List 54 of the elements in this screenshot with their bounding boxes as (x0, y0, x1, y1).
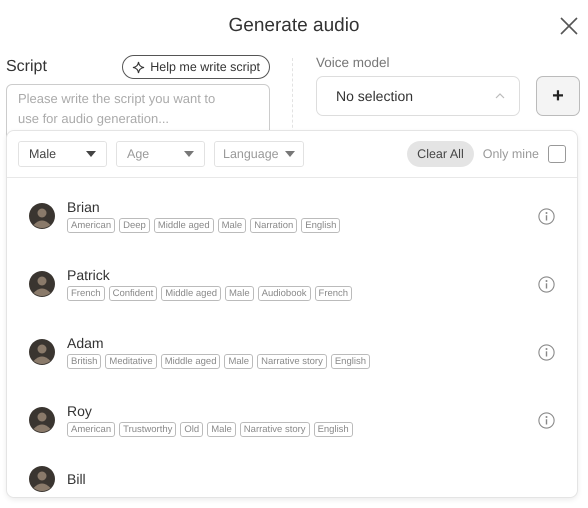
voice-tag: British (67, 354, 102, 369)
avatar (29, 466, 55, 492)
voice-tag: Confident (108, 286, 158, 301)
dialog-title: Generate audio (228, 15, 360, 37)
voice-tag: Narration (250, 218, 298, 233)
info-icon[interactable] (538, 208, 555, 224)
avatar (29, 339, 55, 365)
clear-all-button[interactable]: Clear All (407, 141, 474, 167)
only-mine-checkbox[interactable] (548, 145, 566, 163)
info-icon[interactable] (538, 412, 555, 428)
voice-tag: Male (207, 422, 236, 437)
info-icon[interactable] (538, 276, 555, 292)
avatar (29, 203, 55, 229)
voice-tag: Narrative story (240, 422, 310, 437)
voice-tag: American (67, 218, 116, 233)
voice-tag: Audiobook (258, 286, 311, 301)
voice-tag: French (67, 286, 105, 301)
voice-name[interactable]: Roy (67, 403, 538, 419)
voice-tag: Deep (119, 218, 150, 233)
voice-tag: Male (224, 354, 254, 369)
voice-tag: Narrative story (257, 354, 327, 369)
voice-name[interactable]: Brian (67, 199, 538, 215)
avatar (29, 407, 55, 433)
voice-model-select[interactable]: No selection (316, 76, 520, 116)
voice-tag: English (330, 354, 370, 369)
caret-icon (285, 151, 295, 157)
help-write-button[interactable]: Help me write script (122, 55, 270, 79)
sparkle-icon (132, 60, 146, 74)
voice-name[interactable]: Adam (67, 335, 538, 351)
voice-tag: Meditative (105, 354, 157, 369)
caret-icon (184, 151, 194, 157)
voice-tag: Trustworthy (119, 422, 176, 437)
only-mine-label: Only mine (482, 147, 539, 161)
voice-model-label: Voice model (316, 54, 391, 72)
voice-tag: Male (225, 286, 254, 301)
voice-tag: French (314, 286, 352, 301)
voice-tag: Middle aged (160, 354, 220, 369)
voice-name[interactable]: Patrick (67, 267, 538, 283)
info-icon[interactable] (538, 344, 555, 360)
voice-name[interactable]: Bill (67, 471, 555, 487)
voice-tag: Middle aged (154, 218, 214, 233)
voice-tag: English (301, 218, 340, 233)
voice-tag: Middle aged (161, 286, 222, 301)
avatar (29, 271, 55, 297)
voice-tag: American (67, 422, 116, 437)
voice-tag: English (314, 422, 353, 437)
chevron-up-icon (495, 93, 505, 99)
voice-tag: Old (180, 422, 204, 437)
close-icon[interactable] (560, 17, 578, 35)
filter-dropdown[interactable]: Male (18, 141, 107, 167)
script-label: Script (6, 58, 47, 76)
voice-tag: Male (218, 218, 246, 233)
add-button[interactable]: + (536, 76, 580, 116)
caret-icon (86, 151, 96, 157)
